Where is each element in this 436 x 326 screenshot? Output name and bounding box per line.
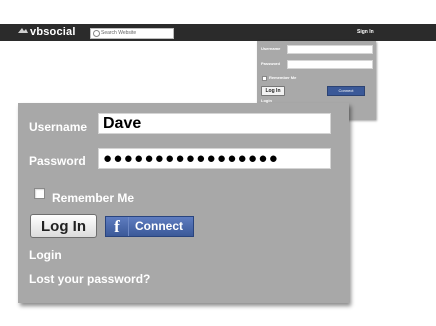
logo-icon bbox=[18, 28, 28, 33]
login-panel: Username Password ●●●●●●●●●●●●●●●●● Reme… bbox=[18, 103, 349, 303]
lost-password-link[interactable]: Lost your password? bbox=[29, 272, 150, 286]
mini-login-button[interactable]: Log In bbox=[261, 86, 285, 96]
search-input[interactable]: Search Website bbox=[90, 28, 174, 39]
sign-in-link[interactable]: Sign In bbox=[357, 28, 374, 37]
remember-me-label[interactable]: Remember Me bbox=[52, 191, 134, 205]
search-icon bbox=[93, 30, 100, 37]
password-field[interactable]: ●●●●●●●●●●●●●●●●● bbox=[98, 148, 331, 169]
facebook-connect-button[interactable]: f Connect bbox=[105, 216, 194, 237]
mini-password-field[interactable] bbox=[287, 60, 373, 69]
mini-username-label: Username bbox=[261, 46, 281, 51]
search-placeholder: Search Website bbox=[101, 30, 137, 36]
facebook-icon: f bbox=[106, 217, 129, 236]
mini-connect-button[interactable]: Connect bbox=[327, 86, 365, 96]
remember-me-checkbox[interactable] bbox=[34, 188, 45, 199]
top-bar: vbsocial Search Website Sign In bbox=[0, 24, 436, 41]
username-field[interactable] bbox=[98, 113, 331, 134]
username-label: Username bbox=[29, 120, 88, 134]
site-logo[interactable]: vbsocial bbox=[18, 26, 76, 38]
logo-text: vbsocial bbox=[30, 26, 76, 38]
mini-remember-checkbox[interactable] bbox=[262, 76, 267, 81]
connect-label: Connect bbox=[135, 219, 183, 233]
mini-remember-label: Remember Me bbox=[269, 75, 297, 80]
log-in-button[interactable]: Log In bbox=[30, 214, 97, 238]
mini-username-field[interactable] bbox=[287, 45, 373, 54]
password-label: Password bbox=[29, 154, 86, 168]
login-link[interactable]: Login bbox=[29, 248, 62, 262]
mini-password-label: Password bbox=[261, 61, 280, 66]
